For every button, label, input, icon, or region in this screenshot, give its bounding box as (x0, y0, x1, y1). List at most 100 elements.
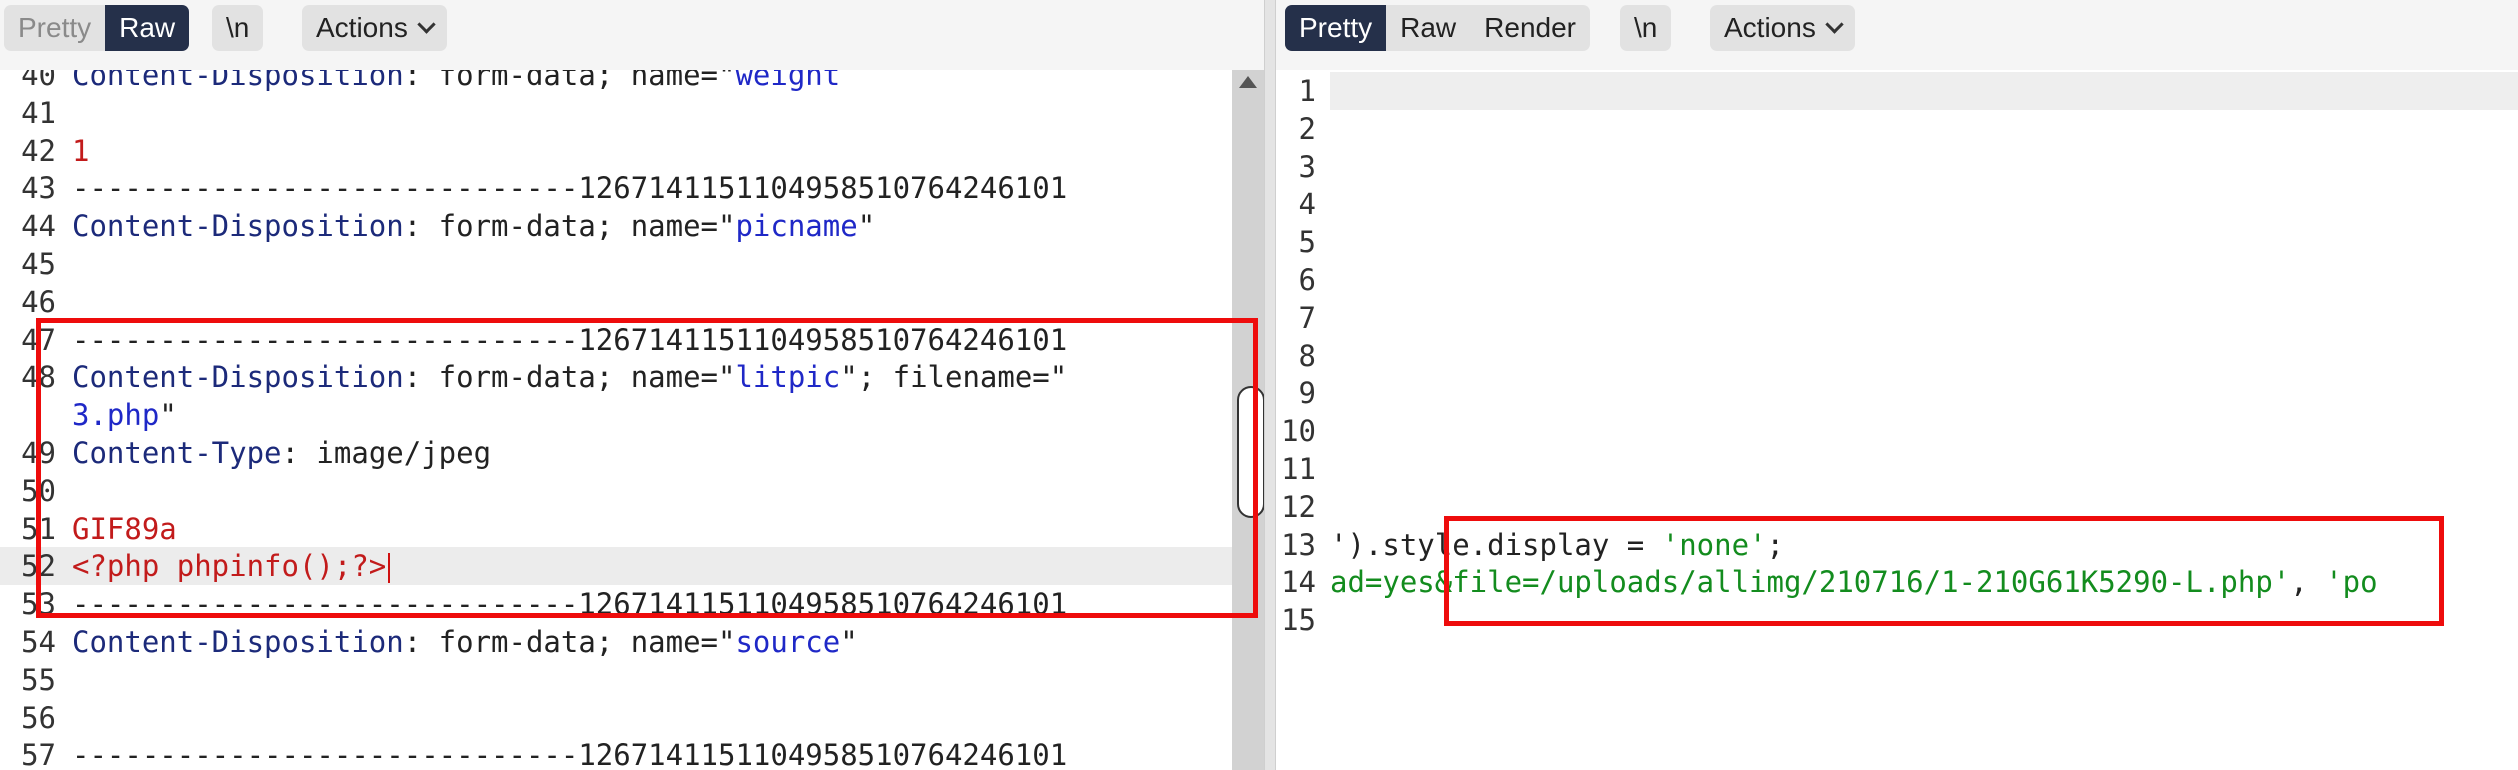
line-number: 47 (21, 322, 56, 357)
response-toolbar: Pretty Raw Render \n Actions (1276, 0, 2518, 70)
code-token: : form-data; name=" (403, 625, 736, 659)
response-newline-button[interactable]: \n (1620, 5, 1672, 51)
pane-splitter[interactable] (1264, 0, 1276, 770)
line-number: 53 (21, 587, 56, 622)
code-token: ; (1766, 527, 1784, 562)
code-line: 57 -----------------------------126714115… (0, 736, 1264, 770)
request-view-toggle: Pretty Raw (4, 5, 190, 51)
line-number: 55 (21, 662, 56, 697)
request-newline-button[interactable]: \n (212, 5, 264, 51)
code-line: 2 (1276, 110, 2518, 148)
code-token: : image/jpeg (281, 436, 492, 470)
code-line: 9 (1276, 374, 2518, 412)
request-newline-label: \n (226, 12, 250, 43)
code-line: 53 -----------------------------126714115… (0, 585, 1264, 623)
request-tab-pretty[interactable]: Pretty (4, 5, 105, 51)
code-line: 46 (0, 283, 1264, 321)
response-newline-label: \n (1634, 12, 1658, 43)
line-number: 54 (21, 625, 56, 659)
line-number: 8 (1298, 338, 1316, 373)
code-token: ad=yes&file=/uploads/allimg/210716/1-210… (1330, 565, 2291, 600)
code-line: 8 (1276, 337, 2518, 375)
line-number: 2 (1298, 111, 1316, 146)
code-token: , (2290, 565, 2326, 600)
request-toolbar: Pretty Raw \n Actions (0, 0, 1264, 70)
request-actions-label: Actions (316, 12, 408, 43)
code-token: 3.php (72, 398, 160, 433)
code-token: " (857, 209, 876, 244)
line-number: 15 (1281, 603, 1316, 638)
response-editor[interactable]: 1 2 3 4 5 6 7 8 9 10 11 12 13 ').style.display = 'non… (1276, 70, 2518, 770)
code-line: 14 ad=yes&file=/uploads/allimg/210716/1-2… (1276, 563, 2518, 601)
code-token: -----------------------------12671411511… (72, 171, 1068, 206)
response-tab-pretty[interactable]: Pretty (1285, 5, 1387, 51)
line-number: 14 (1281, 565, 1316, 600)
code-line: 10 (1276, 412, 2518, 450)
code-text: GIF89a (72, 510, 177, 548)
response-tab-render[interactable]: Render (1470, 5, 1590, 51)
code-text: Content-Disposition: form-data; name="we… (72, 70, 840, 94)
line-number: 50 (21, 473, 56, 508)
code-token: : form-data; name=" (403, 360, 736, 395)
code-line: 54 Content-Disposition: form-data; name="… (0, 623, 1264, 661)
code-text: Content-Disposition: form-data; name="so… (72, 623, 858, 661)
code-token: Content-Type (72, 436, 282, 470)
code-line: 56 (0, 699, 1264, 737)
line-number: 11 (1281, 452, 1316, 486)
code-text: 1 (72, 132, 89, 170)
code-line: 55 (0, 661, 1264, 699)
code-token: "; filename=" (840, 360, 1068, 395)
line-number: 49 (21, 436, 56, 470)
line-number: 3 (1298, 149, 1316, 184)
code-line: 49 Content-Type: image/jpeg (0, 434, 1264, 472)
code-line: 40 Content-Disposition: form-data; name="… (0, 70, 1264, 94)
code-text: Content-Disposition: form-data; name="pi… (72, 207, 875, 245)
line-number: 10 (1281, 414, 1316, 449)
code-line: 45 (0, 245, 1264, 283)
line-number: 12 (1281, 489, 1316, 524)
code-token: " (159, 398, 177, 433)
code-token: Content-Disposition (72, 209, 404, 244)
code-line: 42 1 (0, 132, 1264, 170)
code-token: source (735, 625, 841, 659)
response-tab-raw[interactable]: Raw (1386, 5, 1470, 51)
response-actions-button[interactable]: Actions (1710, 5, 1855, 51)
response-pane: Pretty Raw Render \n Actions 1 2 3 4 5 6 7 8 9 10… (1276, 0, 2518, 770)
line-number: 57 (21, 738, 56, 770)
code-line: 44 Content-Disposition: form-data; name="… (0, 207, 1264, 245)
line-number: 41 (21, 95, 56, 130)
code-line: 13 ').style.display = 'none'; (1276, 526, 2518, 564)
request-scrollbar-thumb[interactable] (1237, 386, 1264, 518)
request-editor[interactable]: 40 Content-Disposition: form-data; name="… (0, 70, 1264, 770)
line-number: 1 (1298, 74, 1316, 108)
code-token: -----------------------------12671411511… (72, 738, 1068, 770)
code-line: 6 (1276, 261, 2518, 299)
scroll-up-arrow-icon[interactable] (1239, 76, 1257, 88)
line-number: 43 (21, 171, 56, 206)
code-line: 51 GIF89a (0, 510, 1264, 548)
code-line: 41 (0, 94, 1264, 132)
line-number: 13 (1281, 527, 1316, 562)
code-line: 15 (1276, 601, 2518, 639)
request-actions-button[interactable]: Actions (302, 5, 447, 51)
code-token: 'none' (1661, 527, 1767, 562)
line-number: 7 (1298, 300, 1316, 335)
line-number: 42 (21, 133, 56, 168)
code-token: GIF89a (72, 511, 177, 546)
code-text: -----------------------------12671411511… (72, 169, 1067, 207)
line-number (0, 396, 62, 434)
code-line: 11 (1276, 450, 2518, 488)
code-line: 7 (1276, 299, 2518, 337)
code-token: Content-Disposition (72, 360, 404, 395)
code-token: 'po (2325, 565, 2378, 600)
code-line: 50 (0, 472, 1264, 510)
code-text: -----------------------------12671411511… (72, 736, 1067, 770)
line-number: 4 (1298, 187, 1316, 222)
request-tab-raw[interactable]: Raw (105, 5, 190, 51)
chevron-down-icon (417, 15, 436, 34)
code-line: 47 -----------------------------126714115… (0, 321, 1264, 359)
code-text: Content-Type: image/jpeg (72, 434, 491, 472)
line-number: 9 (1298, 376, 1316, 411)
chevron-down-icon (1825, 15, 1844, 34)
code-line: 4 (1276, 185, 2518, 223)
